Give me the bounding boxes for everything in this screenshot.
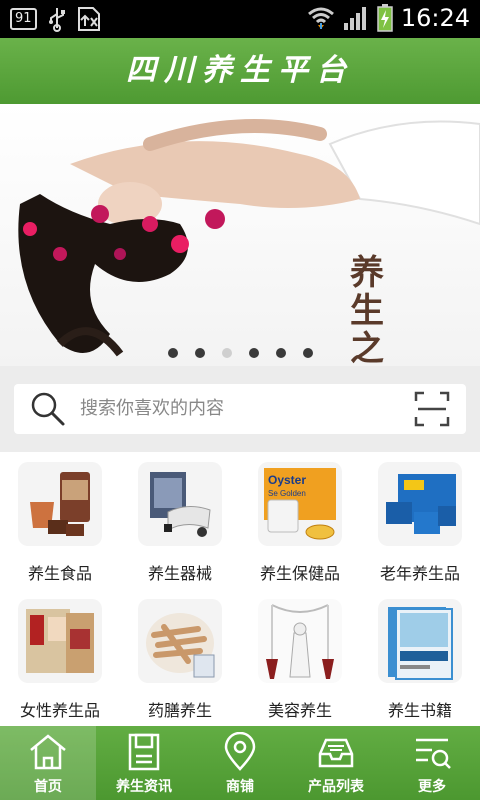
search-bar[interactable]: 搜索你喜欢的内容 [14,384,466,434]
carousel-dot[interactable] [248,348,259,358]
book-image [378,599,462,683]
massager-image [138,462,222,546]
category-label: 养生书籍 [387,701,452,720]
search-section: 搜索你喜欢的内容 [0,366,480,452]
category-label: 养生食品 [27,564,92,583]
beauty-device-image [258,599,342,683]
carousel-dot[interactable] [167,348,178,358]
category-women[interactable]: 女性养生品 [0,589,120,726]
location-pin-icon [224,732,256,771]
status-bar: 91 16:24 [0,0,480,38]
carousel-dot[interactable] [275,348,286,358]
search-input[interactable]: 搜索你喜欢的内容 [80,384,224,434]
category-label: 女性养生品 [19,701,100,720]
tab-more[interactable]: 更多 [384,726,480,800]
usb-icon [48,8,65,32]
herb-slices-image [138,599,222,683]
more-search-icon [416,738,451,769]
tab-label: 首页 [34,779,62,795]
banner-carousel[interactable]: 养生之道 [0,104,480,366]
tab-label: 更多 [418,779,446,795]
carousel-dot[interactable] [221,348,232,358]
category-grid: 养生食品 养生器械 Oyster Se Golden 养生保健品 老年养生品 女… [0,452,480,726]
tab-label: 商铺 [226,779,254,795]
clock: 16:24 [400,4,470,32]
tea-jar-image [18,462,102,546]
wifi-icon [307,7,334,29]
tab-news[interactable]: 养生资讯 [96,726,192,800]
app-header: 四川养生平台 [0,38,480,104]
tab-label: 产品列表 [308,779,364,795]
tab-home[interactable]: 首页 [0,726,96,800]
battery-charging-icon [377,4,393,32]
oyster-supplement-image: Oyster Se Golden [258,462,342,546]
home-icon [30,734,66,770]
category-books[interactable]: 养生书籍 [360,589,480,726]
scan-icon[interactable] [414,391,450,427]
category-beauty[interactable]: 美容养生 [240,589,360,726]
category-label: 药膳养生 [147,701,212,720]
carousel-dot[interactable] [302,348,313,358]
tab-label: 养生资讯 [116,779,172,795]
carousel-dot[interactable] [194,348,205,358]
signal-icon [343,7,366,30]
category-label: 美容养生 [267,701,332,720]
bottom-tab-bar: 首页 养生资讯 商铺 产品列表 更多 [0,726,480,800]
red-date-box-image [18,599,102,683]
tab-products[interactable]: 产品列表 [288,726,384,800]
supplement-box-image [378,462,462,546]
news-icon [128,733,160,771]
svg-text:Se Golden: Se Golden [268,489,306,498]
category-medicinal-diet[interactable]: 药膳养生 [120,589,240,726]
tab-shops[interactable]: 商铺 [192,726,288,800]
category-label: 老年养生品 [379,564,460,583]
svg-text:Oyster: Oyster [268,473,306,487]
page-title: 四川养生平台 [126,53,354,88]
category-label: 养生保健品 [259,564,340,583]
inbox-tray-icon [318,738,354,768]
banner-image [18,119,480,357]
category-label: 养生器械 [147,564,212,583]
category-health-products[interactable]: Oyster Se Golden 养生保健品 [240,452,360,589]
category-food[interactable]: 养生食品 [0,452,120,589]
category-elderly[interactable]: 老年养生品 [360,452,480,589]
image-download-icon [77,7,100,31]
carousel-indicators [0,348,480,358]
category-equipment[interactable]: 养生器械 [120,452,240,589]
search-icon[interactable] [30,391,66,427]
notification-badge: 91 [10,8,37,30]
